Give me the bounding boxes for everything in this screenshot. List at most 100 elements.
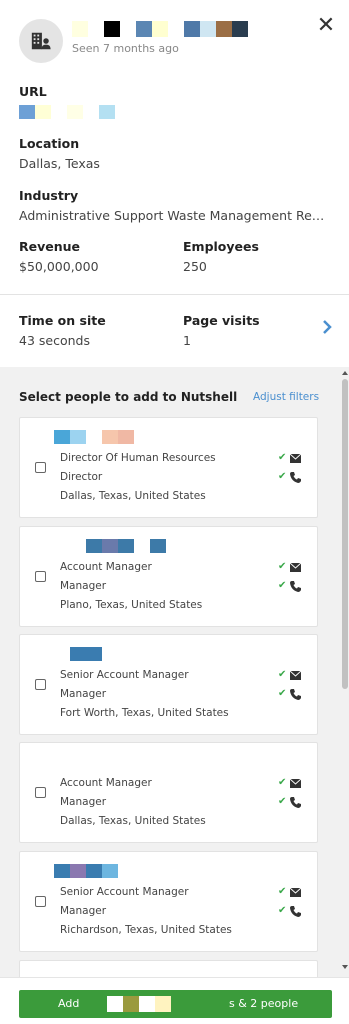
masked-text-block bbox=[150, 539, 166, 553]
person-card[interactable]: Director Of Human Resources Director Dal… bbox=[19, 417, 318, 518]
page-visits-label: Page visits bbox=[183, 313, 260, 328]
masked-text-block bbox=[152, 21, 168, 37]
phone-icon bbox=[290, 796, 302, 808]
check-icon: ✔ bbox=[278, 796, 287, 807]
add-to-nutshell-button[interactable]: Add s & 2 people bbox=[19, 990, 332, 1018]
scroll-up-icon[interactable] bbox=[342, 371, 348, 375]
masked-text-block bbox=[118, 539, 134, 553]
chevron-right-icon[interactable] bbox=[320, 318, 334, 336]
person-job-title: Account Manager bbox=[60, 777, 152, 789]
url-value[interactable] bbox=[19, 105, 115, 119]
person-checkbox[interactable] bbox=[35, 571, 46, 582]
person-name bbox=[54, 864, 118, 878]
masked-text-block bbox=[123, 996, 139, 1012]
divider bbox=[0, 294, 349, 295]
masked-text-block bbox=[54, 539, 70, 553]
person-job-title: Account Manager bbox=[60, 561, 152, 573]
masked-text-block bbox=[54, 647, 70, 661]
person-location: Richardson, Texas, United States bbox=[60, 924, 232, 936]
add-button-label-end: s & 2 people bbox=[229, 997, 299, 1010]
envelope-icon bbox=[290, 887, 302, 897]
masked-text-block bbox=[104, 21, 120, 37]
company-header: Seen 7 months ago ✕ bbox=[0, 0, 349, 80]
phone-icon bbox=[290, 471, 302, 483]
masked-text-block bbox=[54, 864, 70, 878]
people-section-title: Select people to add to Nutshell bbox=[19, 390, 238, 404]
close-icon[interactable]: ✕ bbox=[314, 14, 338, 38]
page-visits-value: 1 bbox=[183, 333, 191, 348]
scroll-down-icon[interactable] bbox=[342, 965, 348, 969]
masked-text-block bbox=[134, 539, 150, 553]
add-button-label-start: Add bbox=[58, 997, 80, 1010]
person-checkbox[interactable] bbox=[35, 679, 46, 690]
check-icon: ✔ bbox=[278, 777, 287, 788]
masked-text-block bbox=[35, 105, 51, 119]
masked-text-block bbox=[102, 430, 118, 444]
check-icon: ✔ bbox=[278, 688, 287, 699]
revenue-label: Revenue bbox=[19, 239, 81, 254]
masked-text-block bbox=[136, 21, 152, 37]
masked-text-block bbox=[83, 105, 99, 119]
masked-text-block bbox=[168, 21, 184, 37]
employees-value: 250 bbox=[183, 259, 207, 274]
person-card[interactable]: Senior Account Manager Manager Fort Wort… bbox=[19, 634, 318, 735]
phone-icon bbox=[290, 688, 302, 700]
url-label: URL bbox=[19, 84, 47, 99]
masked-text-block bbox=[216, 21, 232, 37]
masked-text-block bbox=[200, 21, 216, 37]
envelope-icon bbox=[290, 670, 302, 680]
masked-text-block bbox=[102, 539, 118, 553]
revenue-value: $50,000,000 bbox=[19, 259, 99, 274]
person-checkbox[interactable] bbox=[35, 896, 46, 907]
masked-text-block bbox=[54, 430, 70, 444]
person-job-title: Senior Account Manager bbox=[60, 669, 189, 681]
phone-status: ✔ bbox=[278, 796, 304, 808]
masked-text-block bbox=[70, 539, 86, 553]
masked-text-block bbox=[70, 430, 86, 444]
email-status: ✔ bbox=[278, 777, 304, 789]
masked-text-block bbox=[86, 430, 102, 444]
scrollbar-thumb[interactable] bbox=[342, 379, 348, 689]
person-name bbox=[54, 647, 102, 661]
envelope-icon bbox=[290, 778, 302, 788]
person-level: Director bbox=[60, 471, 103, 483]
person-checkbox[interactable] bbox=[35, 462, 46, 473]
person-location: Dallas, Texas, United States bbox=[60, 815, 206, 827]
masked-text-block bbox=[120, 21, 136, 37]
masked-text-block bbox=[184, 21, 200, 37]
time-on-site-label: Time on site bbox=[19, 313, 106, 328]
person-location: Fort Worth, Texas, United States bbox=[60, 707, 229, 719]
email-status: ✔ bbox=[278, 886, 304, 898]
person-job-title: Director Of Human Resources bbox=[60, 452, 216, 464]
envelope-icon bbox=[290, 453, 302, 463]
check-icon: ✔ bbox=[278, 905, 287, 916]
masked-text-block bbox=[72, 21, 88, 37]
company-avatar bbox=[19, 19, 63, 63]
masked-text-block bbox=[88, 21, 104, 37]
company-name bbox=[72, 18, 248, 40]
masked-text-block bbox=[86, 647, 102, 661]
check-icon: ✔ bbox=[278, 886, 287, 897]
email-status: ✔ bbox=[278, 669, 304, 681]
person-card[interactable]: Account Manager Manager Dallas, Texas, U… bbox=[19, 742, 318, 843]
check-icon: ✔ bbox=[278, 452, 287, 463]
email-status: ✔ bbox=[278, 561, 304, 573]
masked-text-block bbox=[99, 105, 115, 119]
person-level: Manager bbox=[60, 905, 107, 917]
person-name bbox=[54, 539, 166, 553]
person-location: Dallas, Texas, United States bbox=[60, 490, 206, 502]
last-seen-text: Seen 7 months ago bbox=[72, 42, 179, 55]
building-user-icon bbox=[31, 32, 51, 50]
masked-text-block bbox=[232, 21, 248, 37]
location-value: Dallas, Texas bbox=[19, 156, 100, 171]
masked-text-block bbox=[102, 864, 118, 878]
masked-text-block bbox=[70, 647, 86, 661]
employees-label: Employees bbox=[183, 239, 259, 254]
industry-value: Administrative Support Waste Management … bbox=[19, 208, 329, 223]
person-card[interactable]: Account Manager Manager Plano, Texas, Un… bbox=[19, 526, 318, 627]
person-card[interactable]: Senior Account Manager Manager Richardso… bbox=[19, 851, 318, 952]
masked-text-block bbox=[70, 864, 86, 878]
person-checkbox[interactable] bbox=[35, 787, 46, 798]
location-label: Location bbox=[19, 136, 80, 151]
adjust-filters-link[interactable]: Adjust filters bbox=[253, 391, 319, 403]
